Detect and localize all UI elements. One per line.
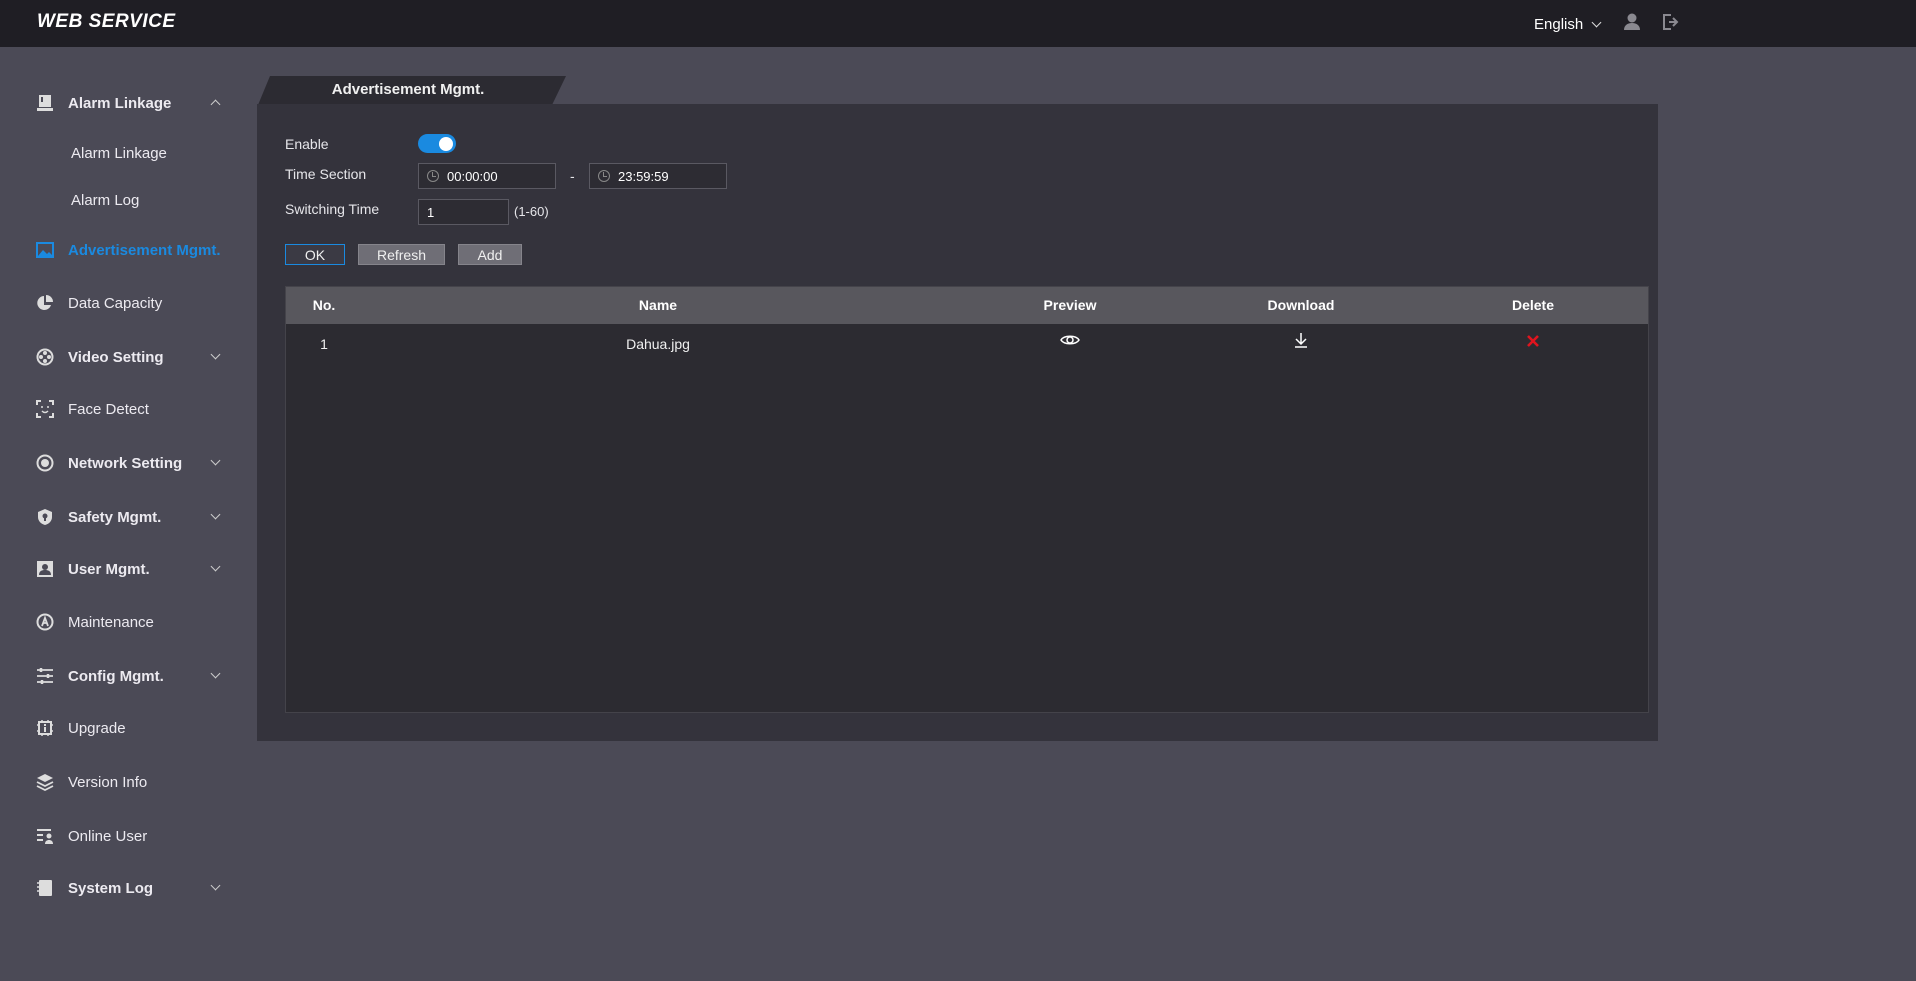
enable-toggle[interactable]: [418, 134, 456, 153]
sidebar-item-alarm-linkage[interactable]: Alarm Linkage: [0, 138, 250, 168]
sidebar-item-user-mgmt[interactable]: User Mgmt.: [0, 554, 250, 584]
tab-label: Advertisement Mgmt.: [331, 81, 485, 98]
sidebar-item-online-user[interactable]: Online User: [0, 821, 250, 851]
network-icon: [36, 454, 54, 472]
maintenance-icon: [36, 613, 54, 631]
end-time-input[interactable]: 23:59:59: [589, 163, 727, 189]
sidebar-item-data-capacity[interactable]: Data Capacity: [0, 288, 250, 318]
app-title: WEB SERVICE: [37, 11, 176, 32]
sidebar-item-label: Alarm Linkage: [71, 144, 167, 162]
switching-time-label: Switching Time: [285, 201, 380, 217]
switching-time-input[interactable]: 1: [418, 199, 509, 225]
row-no: 1: [320, 336, 328, 352]
col-no: No.: [312, 297, 336, 313]
sidebar-item-label: Online User: [68, 827, 148, 845]
notebook-icon: [37, 880, 52, 896]
end-time-value: 23:59:59: [618, 168, 669, 184]
logout-icon[interactable]: [1660, 12, 1680, 32]
chevron-down-icon: [210, 455, 221, 466]
time-section-label: Time Section: [285, 166, 367, 182]
chevron-down-icon: [210, 349, 221, 360]
alarm-icon: [37, 95, 53, 111]
tab-advertisement-mgmt[interactable]: Advertisement Mgmt.: [258, 76, 566, 105]
chevron-down-icon: [1591, 17, 1602, 28]
sidebar-item-config-mgmt[interactable]: Config Mgmt.: [0, 661, 250, 691]
sidebar-item-label: System Log: [68, 879, 154, 897]
chevron-down-icon: [210, 561, 221, 572]
col-preview: Preview: [1043, 297, 1097, 313]
user-icon[interactable]: [1622, 12, 1642, 32]
start-time-input[interactable]: 00:00:00: [418, 163, 556, 189]
col-download: Download: [1267, 297, 1335, 313]
preview-eye-icon[interactable]: [1060, 333, 1080, 347]
delete-icon[interactable]: [1526, 334, 1540, 348]
sidebar-item-label: Version Info: [68, 773, 148, 791]
image-icon: [36, 242, 54, 258]
switching-time-range: (1-60): [514, 204, 549, 219]
language-select[interactable]: English: [1534, 16, 1602, 33]
sidebar-item-label: Network Setting: [68, 454, 183, 472]
sidebar-item-system-log[interactable]: System Log: [0, 873, 250, 903]
col-name: Name: [638, 297, 678, 313]
film-reel-icon: [36, 348, 54, 366]
start-time-value: 00:00:00: [447, 168, 498, 184]
sidebar-item-label: Video Setting: [68, 348, 164, 366]
sidebar-item-label: Config Mgmt.: [68, 667, 164, 685]
download-icon[interactable]: [1294, 332, 1308, 348]
advertisement-table: No. Name Preview Download Delete 1 Dahua…: [285, 286, 1649, 713]
sidebar-item-label: User Mgmt.: [68, 560, 150, 578]
sidebar-item-label: Alarm Log: [71, 191, 140, 209]
sidebar-item-video-setting[interactable]: Video Setting: [0, 342, 250, 372]
chevron-down-icon: [210, 880, 221, 891]
sliders-icon: [37, 668, 53, 684]
sidebar-item-network-setting[interactable]: Network Setting: [0, 448, 250, 478]
refresh-button[interactable]: Refresh: [358, 244, 445, 265]
sidebar-item-label: Maintenance: [68, 613, 154, 631]
sidebar-item-label: Face Detect: [68, 400, 149, 418]
top-bar: WEB SERVICE English: [0, 0, 1916, 47]
sidebar-item-safety-mgmt[interactable]: Safety Mgmt.: [0, 502, 250, 532]
sidebar-item-label: Upgrade: [68, 719, 126, 737]
time-separator: -: [570, 168, 575, 184]
ok-button[interactable]: OK: [285, 244, 345, 265]
sidebar-item-label: Advertisement Mgmt.: [68, 241, 221, 259]
online-user-icon: [37, 829, 53, 844]
clock-icon: [598, 170, 610, 182]
table-header: No. Name Preview Download Delete: [286, 287, 1648, 324]
chevron-down-icon: [210, 668, 221, 679]
chevron-down-icon: [210, 509, 221, 520]
shield-icon: [38, 509, 52, 525]
layers-icon: [36, 774, 54, 791]
sidebar-item-version-info[interactable]: Version Info: [0, 767, 250, 797]
add-button[interactable]: Add: [458, 244, 522, 265]
enable-label: Enable: [285, 136, 329, 152]
sidebar-item-maintenance[interactable]: Maintenance: [0, 607, 250, 637]
language-label: English: [1534, 16, 1584, 33]
chip-icon: [37, 720, 53, 736]
clock-icon: [427, 170, 439, 182]
chevron-up-icon: [210, 99, 221, 110]
face-detect-icon: [36, 400, 54, 418]
sidebar-item-alarm-linkage[interactable]: Alarm Linkage: [0, 88, 250, 118]
sidebar-item-upgrade[interactable]: Upgrade: [0, 713, 250, 743]
sidebar-item-label: Safety Mgmt.: [68, 508, 162, 526]
row-name: Dahua.jpg: [626, 336, 690, 352]
sidebar-item-advertisement-mgmt[interactable]: Advertisement Mgmt.: [0, 235, 250, 265]
sidebar-item-label: Data Capacity: [68, 294, 163, 312]
col-delete: Delete: [1511, 297, 1555, 313]
user-card-icon: [37, 561, 53, 577]
sidebar-item-alarm-log[interactable]: Alarm Log: [0, 185, 250, 215]
sidebar-item-face-detect[interactable]: Face Detect: [0, 394, 250, 424]
sidebar-item-label: Alarm Linkage: [68, 94, 172, 112]
pie-chart-icon: [37, 295, 53, 310]
